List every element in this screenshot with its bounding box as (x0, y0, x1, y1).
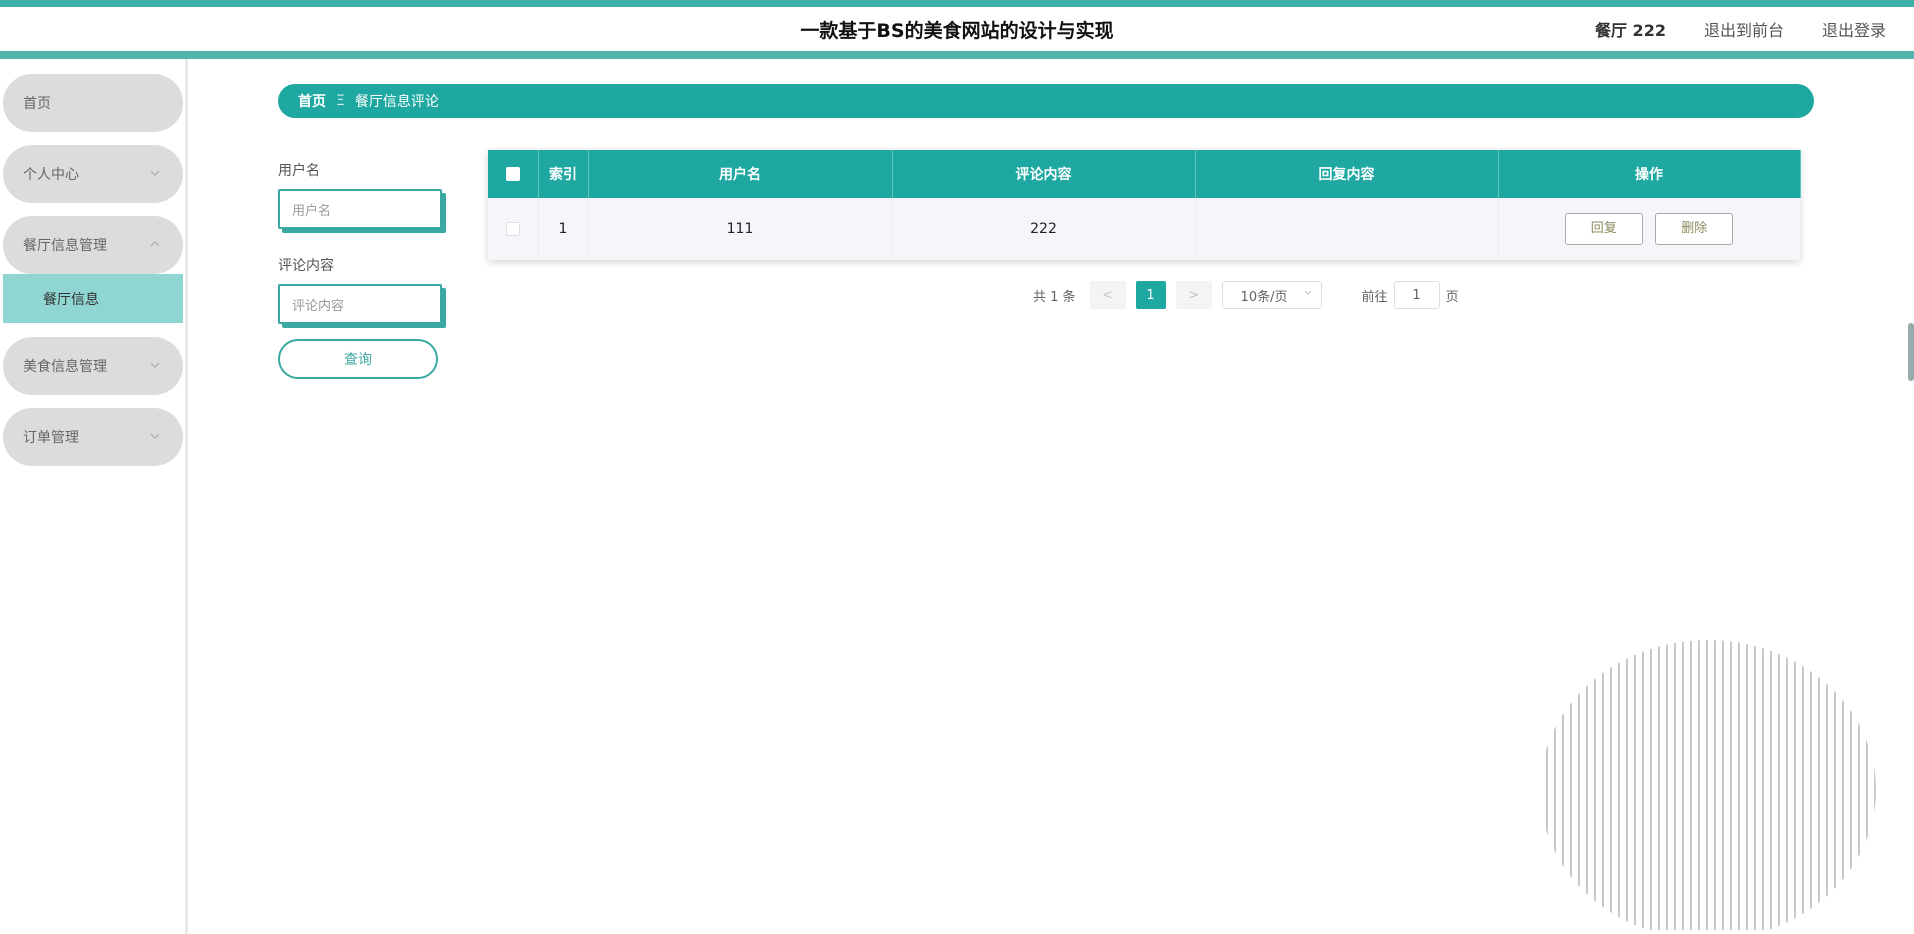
table-row: 1 111 222 回复 删除 (488, 198, 1801, 260)
select-all-header (488, 150, 539, 198)
sidebar-item-label: 餐厅信息管理 (23, 238, 107, 254)
row-checkbox[interactable] (505, 222, 520, 236)
column-header-actions: 操作 (1498, 150, 1801, 198)
cell-reply (1195, 198, 1499, 260)
back-to-front-link[interactable]: 退出到前台 (1704, 17, 1784, 41)
pagination: 共 1 条 < 1 > 10条/页 前往 1 页 (1033, 281, 1459, 309)
sidebar-item-food-info[interactable]: 美食信息管理 (3, 337, 183, 395)
column-header-username: 用户名 (588, 150, 893, 198)
header-bottom-bar (0, 51, 1914, 59)
sidebar-item-label: 个人中心 (23, 167, 79, 183)
goto-label: 前往 (1361, 289, 1388, 305)
table-header-row: 索引 用户名 评论内容 回复内容 操作 (488, 150, 1801, 198)
sidebar-item-restaurant-info[interactable]: 餐厅信息管理 (3, 216, 183, 274)
header-accent-bar (0, 0, 1914, 7)
page-size-value: 10条/页 (1240, 289, 1288, 305)
comment-filter-label: 评论内容 (278, 258, 334, 274)
query-button[interactable]: 查询 (278, 339, 438, 379)
scroll-handle[interactable] (1908, 323, 1914, 381)
header: 一款基于BS的美食网站的设计与实现 餐厅 222 退出到前台 退出登录 (0, 7, 1914, 51)
comment-input[interactable]: 评论内容 (278, 284, 442, 324)
cell-index: 1 (538, 198, 589, 260)
column-header-comment: 评论内容 (892, 150, 1196, 198)
cell-username: 111 (588, 198, 893, 260)
username-filter-label: 用户名 (278, 163, 320, 179)
sidebar-item-label: 订单管理 (23, 430, 79, 446)
page-number-1[interactable]: 1 (1135, 281, 1166, 309)
username-input[interactable]: 用户名 (278, 189, 442, 229)
delete-button[interactable]: 删除 (1655, 213, 1734, 245)
breadcrumb-separator: Ξ (336, 93, 345, 109)
page-size-select[interactable]: 10条/页 (1221, 281, 1322, 309)
cell-comment: 222 (892, 198, 1196, 260)
pagination-total: 共 1 条 (1033, 289, 1076, 305)
chevron-down-icon (149, 430, 161, 442)
breadcrumb-home[interactable]: 首页 (298, 91, 326, 111)
chevron-up-icon (149, 238, 161, 250)
site-title: 一款基于BS的美食网站的设计与实现 (800, 19, 1114, 42)
header-actions: 餐厅 222 退出到前台 退出登录 (1595, 7, 1886, 51)
prev-page-button[interactable]: < (1089, 281, 1126, 309)
sidebar-item-orders[interactable]: 订单管理 (3, 408, 183, 466)
next-page-button[interactable]: > (1175, 281, 1212, 309)
cell-actions: 回复 删除 (1498, 198, 1801, 260)
sidebar-item-home[interactable]: 首页 (3, 74, 183, 132)
breadcrumb: 首页 Ξ 餐厅信息评论 (278, 84, 1814, 118)
goto-page-input[interactable]: 1 (1393, 281, 1440, 309)
chevron-down-icon (149, 167, 161, 179)
select-all-checkbox[interactable] (505, 167, 520, 181)
page-suffix: 页 (1445, 289, 1459, 305)
breadcrumb-current: 餐厅信息评论 (354, 94, 439, 110)
chevron-down-icon (1303, 288, 1313, 301)
reply-button[interactable]: 回复 (1564, 213, 1643, 245)
sidebar-item-label: 首页 (23, 96, 51, 112)
sidebar-item-personal-center[interactable]: 个人中心 (3, 145, 183, 203)
decorative-striped-circle (1540, 640, 1876, 930)
logout-link[interactable]: 退出登录 (1822, 17, 1886, 41)
sidebar-subitem-restaurant[interactable]: 餐厅信息 (3, 274, 183, 323)
chevron-down-icon (149, 359, 161, 371)
sidebar-subitem-label: 餐厅信息 (43, 291, 99, 308)
column-header-index: 索引 (538, 150, 589, 198)
sidebar: 首页 个人中心 餐厅信息管理 餐厅信息 美食信息管理 订单管理 (0, 59, 188, 934)
sidebar-item-label: 美食信息管理 (23, 359, 107, 375)
comments-table: 索引 用户名 评论内容 回复内容 操作 1 111 222 回复 删除 (488, 150, 1801, 260)
current-user: 餐厅 222 (1594, 21, 1666, 40)
column-header-reply: 回复内容 (1195, 150, 1499, 198)
row-select-cell (488, 198, 539, 260)
